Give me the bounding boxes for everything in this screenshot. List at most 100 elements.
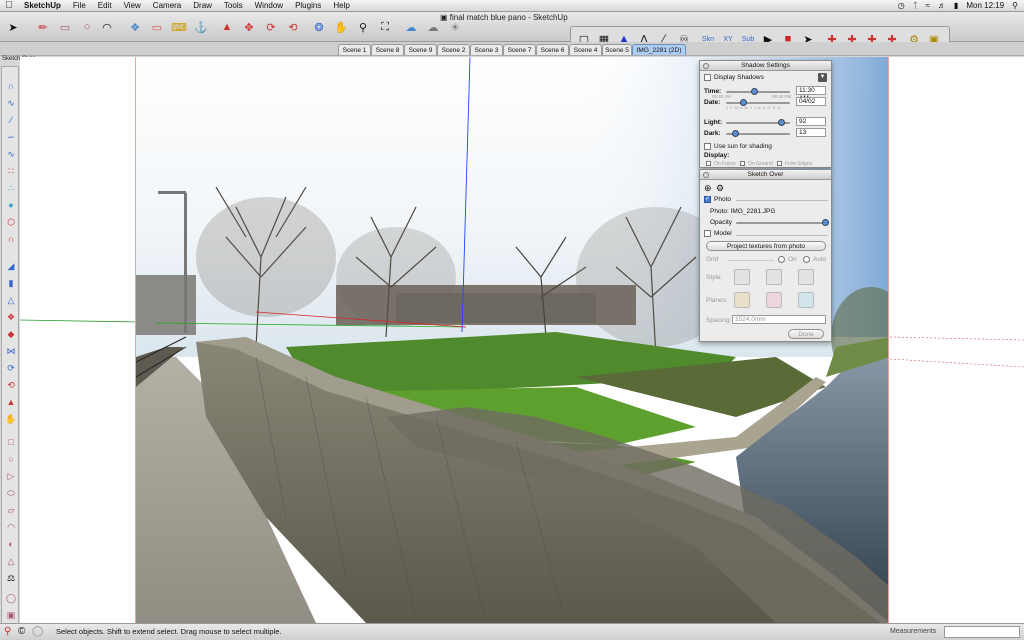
opacity-slider[interactable] (736, 219, 829, 226)
circle-shape-icon[interactable]: ○ (4, 452, 18, 466)
bowtie-icon[interactable]: ⋈ (4, 344, 18, 358)
settings-gear-icon[interactable]: ⚙ (716, 183, 724, 194)
model-viewport[interactable] (20, 57, 1024, 623)
orbit-icon[interactable]: ❂ (310, 18, 328, 36)
eraser-icon[interactable]: ▭ (148, 18, 166, 36)
pan-icon[interactable]: ✋ (332, 18, 350, 36)
tab-scene-2[interactable]: Scene 2 (437, 44, 470, 55)
rectangle-icon[interactable]: ▭ (56, 18, 74, 36)
time-slider[interactable] (726, 88, 790, 95)
rotate-icon[interactable]: ⟳ (262, 18, 280, 36)
spotlight-icon[interactable]: ⚲ (1012, 0, 1018, 12)
timemachine-icon[interactable]: ◷ (898, 0, 905, 12)
bezier-icon[interactable]: ∩ (4, 79, 18, 93)
hand-icon[interactable]: ✋ (4, 412, 18, 426)
grid-points-icon[interactable]: ∷ (4, 164, 18, 178)
style-cube-icon[interactable] (766, 269, 782, 285)
light-field[interactable]: 92 (796, 117, 826, 126)
menu-window[interactable]: Window (249, 0, 289, 12)
use-sun-checkbox[interactable] (704, 143, 711, 150)
component-share-icon[interactable]: ☀ (446, 18, 464, 36)
move-icon[interactable]: ✥ (240, 18, 258, 36)
make-component-icon[interactable]: ❖ (126, 18, 144, 36)
project-textures-button[interactable]: Project textures from photo (706, 241, 826, 251)
loft-icon[interactable]: △ (4, 293, 18, 307)
geo-location-icon[interactable]: ⚲ (4, 626, 11, 637)
spline-icon[interactable]: ∿ (4, 96, 18, 110)
select-arrow-icon[interactable]: ➤ (4, 18, 22, 36)
tab-scene-4[interactable]: Scene 4 (569, 44, 602, 55)
date-field[interactable]: 04/02 (796, 97, 826, 106)
dark-slider[interactable] (726, 130, 790, 137)
menu-app[interactable]: SketchUp (18, 0, 67, 12)
pie-icon[interactable]: ◐ (4, 537, 18, 551)
plane-red-icon[interactable] (766, 292, 782, 308)
menu-help[interactable]: Help (327, 0, 355, 12)
plane-green-icon[interactable] (798, 292, 814, 308)
battery-icon[interactable]: ▮ (954, 0, 958, 12)
box-icon[interactable]: ▣ (4, 608, 18, 622)
light-slider[interactable] (726, 119, 790, 126)
photo-checkbox[interactable]: ✓ (704, 196, 711, 203)
extrude-icon[interactable]: ◢ (4, 259, 18, 273)
tab-scene-1[interactable]: Scene 1 (338, 44, 371, 55)
dark-slider-knob[interactable] (732, 130, 739, 137)
polyline-icon[interactable]: ∿ (4, 147, 18, 161)
display-shadows-checkbox[interactable] (704, 74, 711, 81)
zoom-icon[interactable]: ⚲ (354, 18, 372, 36)
menu-clock[interactable]: Mon 12:19 (966, 0, 1004, 12)
dark-field[interactable]: 13 (796, 128, 826, 137)
line-draw-icon[interactable]: ∕ (4, 113, 18, 127)
done-button[interactable]: Done (788, 329, 824, 339)
spacing-field[interactable]: 1524.0mm (732, 315, 826, 324)
bluetooth-icon[interactable]: ᛏ (913, 0, 918, 12)
tab-scene-3[interactable]: Scene 3 (470, 44, 503, 55)
light-slider-knob[interactable] (778, 119, 785, 126)
date-slider[interactable] (726, 99, 790, 106)
share-model-icon[interactable]: ☁ (424, 18, 442, 36)
menu-draw[interactable]: Draw (187, 0, 218, 12)
menu-plugins[interactable]: Plugins (289, 0, 327, 12)
shape-icon[interactable]: ▲ (4, 395, 18, 409)
cone-icon[interactable]: △ (4, 554, 18, 568)
opacity-slider-knob[interactable] (822, 219, 829, 226)
grid-on-radio[interactable] (778, 256, 785, 263)
polygon-icon[interactable]: ⬡ (4, 215, 18, 229)
menu-tools[interactable]: Tools (218, 0, 249, 12)
menu-edit[interactable]: Edit (92, 0, 118, 12)
credits-icon[interactable]: © (18, 626, 25, 637)
arch-icon[interactable]: ∩ (4, 232, 18, 246)
square-icon[interactable]: □ (4, 435, 18, 449)
time-field[interactable]: 11:30 AM (796, 86, 826, 102)
measurements-field[interactable] (944, 626, 1020, 638)
panel-toggle-icon[interactable]: ▼ (818, 73, 827, 82)
curve-icon[interactable]: ∽ (4, 130, 18, 144)
sphere-icon[interactable]: ● (4, 198, 18, 212)
parallelogram-icon[interactable]: ▱ (4, 503, 18, 517)
twist-icon[interactable]: ⟳ (4, 361, 18, 375)
pencil-icon[interactable]: ✏ (34, 18, 52, 36)
on-faces-checkbox[interactable] (706, 161, 711, 167)
dots-icon[interactable]: ∴ (4, 181, 18, 195)
from-edges-checkbox[interactable] (777, 161, 782, 167)
add-icon[interactable]: ⊕ (704, 183, 712, 194)
apple-icon[interactable]:  (0, 0, 18, 11)
tab-scene-9[interactable]: Scene 9 (404, 44, 437, 55)
get-models-icon[interactable]: ☁ (402, 18, 420, 36)
help-icon[interactable]: ◯ (32, 626, 43, 637)
on-ground-checkbox[interactable] (740, 161, 745, 167)
stretch-icon[interactable]: ❖ (4, 310, 18, 324)
style-grid-icon[interactable] (734, 269, 750, 285)
tape-measure-icon[interactable]: ⌨ (170, 18, 188, 36)
scale-icon[interactable]: ⚖ (4, 571, 18, 585)
push-pull-icon[interactable]: ▲ (218, 18, 236, 36)
ellipse-icon[interactable]: ⬭ (4, 486, 18, 500)
circle-icon[interactable]: ○ (78, 18, 96, 36)
tab-scene-7[interactable]: Scene 7 (503, 44, 536, 55)
plane-ground-icon[interactable] (734, 292, 750, 308)
wifi-icon[interactable]: ≈ (926, 0, 930, 12)
tab-scene-6[interactable]: Scene 6 (536, 44, 569, 55)
tab-scene-8[interactable]: Scene 8 (371, 44, 404, 55)
style-perspective-icon[interactable] (798, 269, 814, 285)
tab-img-2281[interactable]: IMG_2281 (2D) (632, 44, 686, 55)
